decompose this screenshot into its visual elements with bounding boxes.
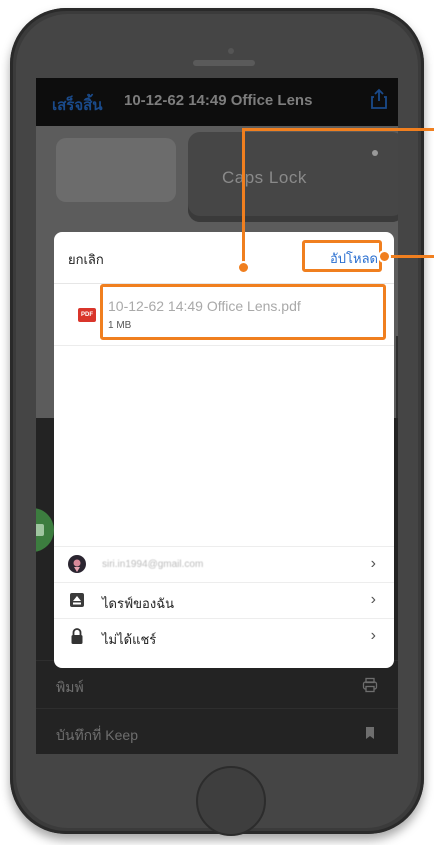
file-callout-marker [237, 261, 250, 274]
save-to-keep-label: บันทึกที่ Keep [56, 727, 138, 743]
file-callout-line-horizontal [242, 128, 434, 131]
done-button[interactable]: เสร็จสิ้น [52, 93, 103, 117]
front-camera [228, 48, 234, 54]
not-shared-label: ไม่ได้แชร์ [102, 632, 157, 647]
drive-icon [70, 593, 84, 607]
chevron-right-icon: › [370, 591, 376, 608]
my-drive-label: ไดรฟ์ของฉัน [102, 596, 174, 611]
caps-lock-text: Caps Lock [222, 168, 307, 187]
earpiece-speaker [193, 60, 255, 66]
avatar-icon [68, 555, 86, 573]
lock-icon [71, 628, 83, 644]
cancel-button[interactable]: ยกเลิก [68, 249, 104, 270]
print-label: พิมพ์ [56, 679, 84, 695]
account-selector-row[interactable]: siri.in1994@gmail.com › [54, 546, 394, 580]
top-bar: เสร็จสิ้น 10-12-62 14:49 Office Lens [36, 78, 398, 126]
document-title: 10-12-62 14:49 Office Lens [124, 92, 313, 109]
chevron-right-icon: › [370, 627, 376, 644]
bookmark-icon [366, 727, 374, 739]
upload-callout-box [302, 240, 382, 272]
account-email: siri.in1994@gmail.com [102, 559, 204, 570]
keyboard-key-shape [56, 138, 176, 202]
not-shared-row[interactable]: ไม่ได้แชร์ › [54, 618, 394, 652]
folder-my-drive-row[interactable]: ไดรฟ์ของฉัน › [54, 582, 394, 616]
share-icon[interactable] [370, 88, 388, 110]
upload-callout-marker [378, 250, 391, 263]
printer-icon [362, 677, 378, 693]
home-button[interactable] [196, 766, 266, 836]
keyboard-key-shape-right [396, 336, 398, 426]
file-callout-line-vertical [242, 128, 245, 268]
menu-icon [36, 524, 44, 536]
file-callout-box [100, 284, 386, 340]
chevron-right-icon: › [370, 555, 376, 572]
upload-callout-line [388, 255, 434, 258]
menu-item-save-to-keep[interactable]: บันทึกที่ Keep [36, 708, 398, 754]
caps-lock-indicator [372, 150, 378, 156]
phone-screen: เสร็จสิ้น 10-12-62 14:49 Office Lens Cap… [36, 78, 398, 754]
pdf-icon: PDF [78, 308, 96, 322]
